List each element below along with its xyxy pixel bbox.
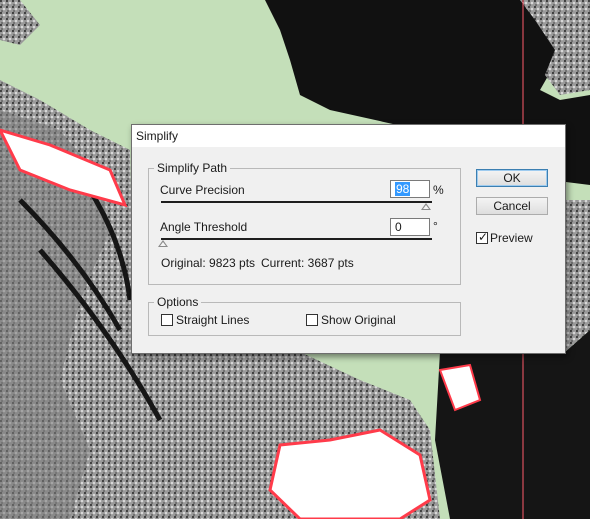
straight-lines-checkbox[interactable]	[161, 314, 173, 326]
curve-precision-value: 98	[395, 182, 411, 196]
angle-threshold-label: Angle Threshold	[160, 220, 248, 234]
dialog-title: Simplify	[136, 129, 179, 143]
checkmark-icon: ✓	[478, 230, 489, 244]
preview-label[interactable]: Preview	[490, 231, 533, 245]
angle-threshold-value: 0	[395, 220, 402, 234]
curve-precision-field[interactable]: 98	[390, 180, 430, 198]
original-points: Original: 9823 pts	[161, 256, 256, 270]
current-points: Current: 3687 pts	[261, 256, 354, 270]
straight-lines-label[interactable]: Straight Lines	[176, 313, 249, 327]
show-original-checkbox[interactable]	[306, 314, 318, 326]
curve-precision-slider-thumb[interactable]	[421, 203, 431, 210]
ok-button[interactable]: OK	[476, 169, 548, 187]
angle-threshold-slider-track[interactable]	[161, 238, 432, 240]
preview-checkbox[interactable]: ✓	[476, 230, 489, 244]
options-legend: Options	[154, 295, 202, 309]
simplify-path-legend: Simplify Path	[154, 161, 231, 175]
show-original-label[interactable]: Show Original	[321, 313, 396, 327]
angle-threshold-field[interactable]: 0	[390, 218, 430, 236]
dialog-titlebar[interactable]: Simplify	[132, 125, 565, 147]
angle-threshold-slider-thumb[interactable]	[158, 240, 168, 247]
artwork-top-left	[0, 0, 40, 45]
artwork-right-lower	[435, 330, 590, 519]
curve-precision-label: Curve Precision	[160, 183, 245, 197]
curve-precision-slider-track[interactable]	[161, 201, 432, 203]
curve-precision-unit: %	[433, 183, 444, 197]
cancel-button[interactable]: Cancel	[476, 197, 548, 215]
simplify-dialog: Simplify Simplify Path Curve Precision 9…	[131, 124, 566, 354]
angle-threshold-unit: °	[433, 219, 438, 233]
